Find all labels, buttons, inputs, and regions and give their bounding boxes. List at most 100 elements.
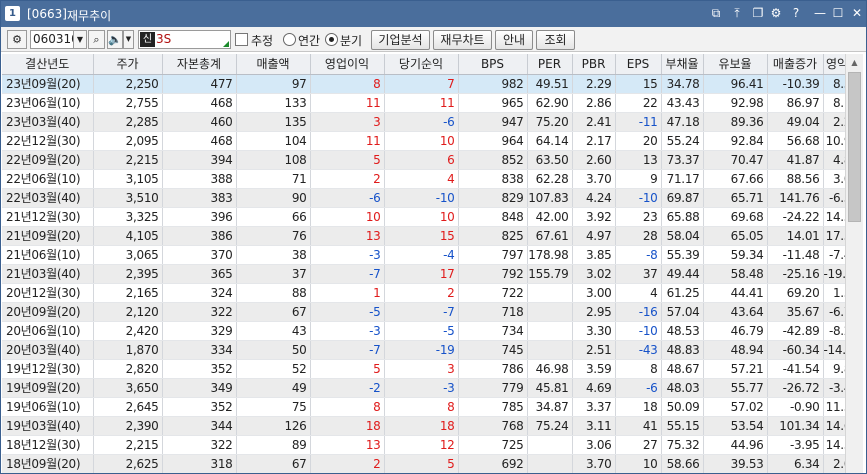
table-cell: 1.57 xyxy=(823,283,845,303)
table-cell: 4 xyxy=(615,283,662,303)
column-header[interactable]: 매출액 xyxy=(236,54,311,75)
search-icon[interactable]: ⌕ xyxy=(88,30,105,49)
column-header[interactable]: 유보율 xyxy=(703,54,768,75)
window-title: 재무추이 xyxy=(67,9,112,23)
column-header[interactable]: 매출증가 xyxy=(767,54,824,75)
table-row[interactable]: 22년09월(20) 2,215 394 108 5 6 852 63.50 2.60 13 73.… xyxy=(2,150,845,170)
column-header[interactable]: 영업이익 xyxy=(310,54,385,75)
query-button[interactable]: 조회 xyxy=(536,30,575,50)
table-cell: 34.87 xyxy=(527,397,573,417)
column-header[interactable]: 자본총계 xyxy=(162,54,237,75)
column-header[interactable]: 부채율 xyxy=(661,54,704,75)
table-row[interactable]: 20년09월(20) 2,120 322 67 -5 -7 718 2.95 -16 57.04 4… xyxy=(2,302,845,322)
table-row[interactable]: 19년12월(30) 2,820 352 52 5 3 786 46.98 3.59 8 48.67… xyxy=(2,359,845,379)
copy-icon[interactable]: ❐ xyxy=(751,6,765,21)
table-cell xyxy=(527,283,573,303)
table-row[interactable]: 21년03월(40) 2,395 365 37 -7 17 792 155.79 3.02 37 4… xyxy=(2,264,845,284)
table-cell: 10 xyxy=(384,131,459,151)
table-cell: 19년12월(30) xyxy=(2,359,94,379)
table-cell: 3,325 xyxy=(93,207,163,227)
chevron-down-icon[interactable]: ▼ xyxy=(73,30,87,49)
table-cell: 370 xyxy=(162,245,237,265)
vertical-scrollbar[interactable]: ▲ xyxy=(845,54,863,473)
table-cell: 318 xyxy=(162,454,237,473)
minimize-icon[interactable]: — xyxy=(813,6,827,21)
gear-icon[interactable]: ⚙ xyxy=(7,30,27,49)
table-cell: 11 xyxy=(310,131,385,151)
table-cell: 852 xyxy=(458,150,528,170)
table-row[interactable]: 20년06월(10) 2,420 329 43 -3 -5 734 3.30 -10 48.53 4… xyxy=(2,321,845,341)
table-cell: 21년03월(40) xyxy=(2,264,94,284)
table-row[interactable]: 21년12월(30) 3,325 396 66 10 10 848 42.00 3.92 23 65… xyxy=(2,207,845,227)
guide-button[interactable]: 안내 xyxy=(495,30,533,50)
table-cell: 62.90 xyxy=(527,93,573,113)
table-row[interactable]: 21년09월(20) 4,105 386 76 13 15 825 67.61 4.97 28 58… xyxy=(2,226,845,246)
link-icon[interactable]: ⧉ xyxy=(709,6,723,21)
table-row[interactable]: 19년09월(20) 3,650 349 49 -2 -3 779 45.81 4.69 -6 48… xyxy=(2,378,845,398)
table-cell: 89 xyxy=(236,435,311,455)
table-cell: 63.50 xyxy=(527,150,573,170)
speaker-dropdown-icon[interactable]: ▼ xyxy=(123,30,134,49)
table-row[interactable]: 19년03월(40) 2,390 344 126 18 18 768 75.24 3.11 41 5… xyxy=(2,416,845,436)
table-row[interactable]: 22년03월(40) 3,510 383 90 -6 -10 829 107.83 4.24 -1… xyxy=(2,188,845,208)
table-row[interactable]: 22년06월(10) 3,105 388 71 2 4 838 62.28 3.70 9 71.17… xyxy=(2,169,845,189)
table-row[interactable]: 23년03월(40) 2,285 460 135 3 -6 947 75.20 2.41 -11 4… xyxy=(2,112,845,132)
column-header[interactable]: EPS xyxy=(615,54,662,75)
table-cell: -4 xyxy=(384,245,459,265)
table-cell: -6 xyxy=(384,112,459,132)
estimate-checkbox[interactable] xyxy=(235,33,248,46)
table-cell: 3.92 xyxy=(572,207,616,227)
scroll-thumb[interactable] xyxy=(848,72,861,222)
table-cell: 22년12월(30) xyxy=(2,131,94,151)
close-icon[interactable]: ✕ xyxy=(850,6,864,21)
table-row[interactable]: 18년09월(20) 2,625 318 67 2 5 692 3.70 10 58.66 39.5… xyxy=(2,454,845,473)
table-row[interactable]: 22년12월(30) 2,095 468 104 11 10 964 64.14 2.17 20 5… xyxy=(2,131,845,151)
quarterly-radio[interactable] xyxy=(325,33,338,46)
scroll-up-icon[interactable]: ▲ xyxy=(846,54,863,71)
table-cell: 13 xyxy=(310,226,385,246)
table-row[interactable]: 21년06월(10) 3,065 370 38 -3 -4 797 178.98 3.85 -8 5… xyxy=(2,245,845,265)
column-header[interactable]: 당기순익 xyxy=(384,54,459,75)
table-cell: 1,870 xyxy=(93,340,163,360)
table-cell: 75 xyxy=(236,397,311,417)
table-cell: 76 xyxy=(236,226,311,246)
stock-name-field[interactable]: 신 3S xyxy=(138,30,231,49)
table-row[interactable]: 20년12월(30) 2,165 324 88 1 2 722 3.00 4 61.25 44.41… xyxy=(2,283,845,303)
table-cell xyxy=(527,302,573,322)
settings-icon[interactable]: ⚙ xyxy=(769,6,783,21)
maximize-icon[interactable]: ☐ xyxy=(831,6,845,21)
column-header[interactable]: PBR xyxy=(572,54,616,75)
table-cell: 20년06월(10) xyxy=(2,321,94,341)
column-header[interactable]: BPS xyxy=(458,54,528,75)
table-cell: 49 xyxy=(236,378,311,398)
stock-code-input[interactable]: 060310 xyxy=(30,30,79,49)
annual-radio[interactable] xyxy=(283,33,296,46)
table-cell: -8.21 xyxy=(823,321,845,341)
column-header[interactable]: 주가 xyxy=(93,54,163,75)
table-cell: 22년03월(40) xyxy=(2,188,94,208)
table-row[interactable]: 19년06월(10) 2,645 352 75 8 8 785 34.87 3.37 18 50.0… xyxy=(2,397,845,417)
corner-flag-icon xyxy=(223,41,229,47)
table-row[interactable]: 18년12월(30) 2,215 322 89 13 12 725 3.06 27 75.32 44… xyxy=(2,435,845,455)
table-cell: 66 xyxy=(236,207,311,227)
table-cell: 2.95 xyxy=(572,302,616,322)
speaker-icon[interactable]: 🔈 xyxy=(107,30,123,49)
table-cell: 2.51 xyxy=(572,340,616,360)
help-icon[interactable]: ? xyxy=(789,6,803,21)
table-cell: 5 xyxy=(310,359,385,379)
table-row[interactable]: 20년03월(40) 1,870 334 50 -7 -19 745 2.51 -43 48.83… xyxy=(2,340,845,360)
table-cell: 178.98 xyxy=(527,245,573,265)
table-row[interactable]: 23년06월(10) 2,755 468 133 11 11 965 62.90 2.86 22 4… xyxy=(2,93,845,113)
table-row[interactable]: 23년09월(20) 2,250 477 97 8 7 982 49.51 2.29 15 34.7… xyxy=(2,74,845,94)
column-header[interactable]: 결산년도 xyxy=(2,54,94,75)
table-cell: 322 xyxy=(162,302,237,322)
column-header[interactable]: 영익률 xyxy=(823,54,845,75)
table-cell: 43.64 xyxy=(703,302,768,322)
column-header[interactable]: PER xyxy=(527,54,573,75)
pin-top-icon[interactable]: ⤒ xyxy=(730,6,744,21)
table-cell: 18년12월(30) xyxy=(2,435,94,455)
financial-chart-button[interactable]: 재무차트 xyxy=(433,30,492,50)
company-analysis-button[interactable]: 기업분석 xyxy=(371,30,430,50)
table-cell: -42.89 xyxy=(767,321,824,341)
table-cell: 13 xyxy=(615,150,662,170)
